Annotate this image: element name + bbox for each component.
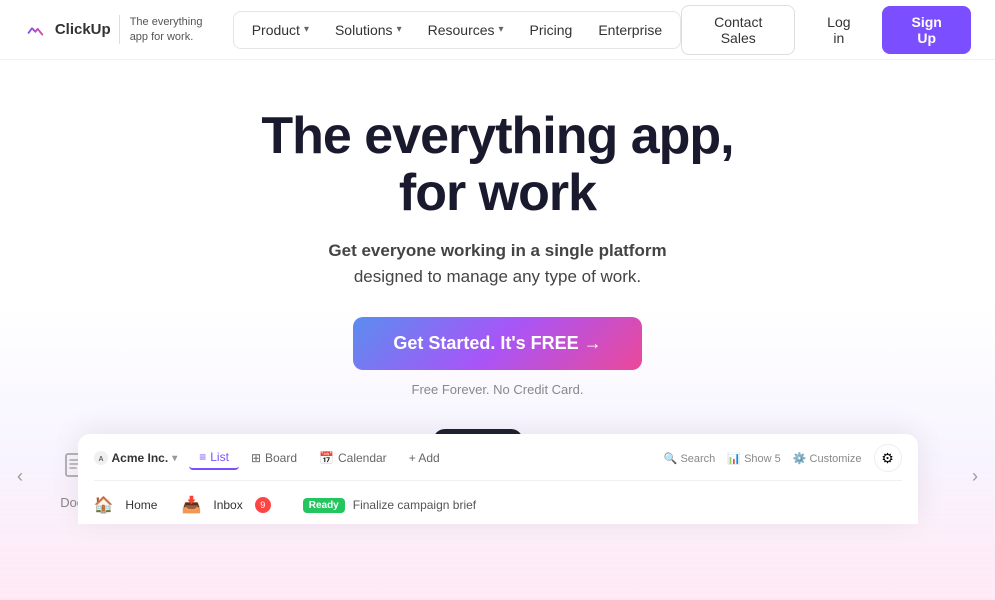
scroll-right-arrow[interactable]: › — [963, 465, 987, 489]
app-row-inbox[interactable]: 📥 Inbox 9 — [181, 491, 270, 519]
search-action[interactable]: 🔍 Search — [664, 452, 716, 465]
logo-tagline: The everything app for work. — [119, 15, 209, 44]
customize-action[interactable]: ⚙️ Customize — [793, 452, 862, 465]
app-nav-tabs: ≡ List ⊞ Board 📅 Calendar + Add — [189, 446, 651, 470]
chevron-down-icon: ▾ — [499, 24, 504, 35]
hero-note: Free Forever. No Credit Card. — [412, 382, 584, 397]
app-tab-add[interactable]: + Add — [399, 446, 450, 470]
settings-button[interactable]: ⚙ — [874, 444, 902, 472]
status-badge: Ready — [303, 498, 345, 513]
navbar: ClickUp The everything app for work. Pro… — [0, 0, 995, 60]
hero-subtitle: Get everyone working in a single platfor… — [328, 238, 666, 289]
contact-sales-button[interactable]: Contact Sales — [681, 5, 795, 55]
task-status-row: Ready Finalize campaign brief — [303, 498, 476, 513]
app-tab-calendar[interactable]: 📅 Calendar — [309, 446, 397, 470]
company-chevron: ▾ — [172, 453, 177, 464]
scroll-left-arrow[interactable]: ‹ — [8, 465, 32, 489]
app-topbar: A Acme Inc. ▾ ≡ List ⊞ Board — [94, 444, 902, 481]
app-preview: A Acme Inc. ▾ ≡ List ⊞ Board — [78, 434, 918, 524]
show-action[interactable]: 📊 Show 5 — [727, 452, 780, 465]
app-tab-actions: 🔍 Search 📊 Show 5 ⚙️ Customize — [664, 452, 862, 465]
chevron-down-icon: ▾ — [397, 24, 402, 35]
nav-product[interactable]: Product ▾ — [240, 16, 321, 44]
inbox-icon: 📥 — [181, 495, 201, 515]
app-rows: 🏠 Home 📥 Inbox 9 Ready Finalize campaign… — [94, 491, 902, 519]
hero-section: The everything app, for work Get everyon… — [0, 60, 995, 524]
list-icon: ≡ — [199, 450, 206, 464]
nav-right: Contact Sales Log in Sign Up — [681, 5, 971, 55]
app-company-name[interactable]: A Acme Inc. ▾ — [94, 451, 178, 465]
nav-enterprise[interactable]: Enterprise — [586, 16, 674, 44]
hero-title: The everything app, for work — [261, 108, 733, 222]
nav-solutions[interactable]: Solutions ▾ — [323, 16, 414, 44]
home-icon: 🏠 — [94, 495, 114, 515]
nav-pricing[interactable]: Pricing — [518, 16, 585, 44]
task-name: Finalize campaign brief — [353, 498, 476, 512]
cta-button[interactable]: Get Started. It's FREE → — [353, 317, 641, 370]
board-icon: ⊞ — [251, 451, 261, 465]
logo-text: ClickUp — [55, 21, 111, 38]
app-row-home[interactable]: 🏠 Home — [94, 491, 158, 519]
app-tab-board[interactable]: ⊞ Board — [241, 446, 307, 470]
app-tab-list[interactable]: ≡ List — [189, 446, 239, 470]
chevron-down-icon: ▾ — [304, 24, 309, 35]
inbox-badge: 9 — [255, 497, 271, 513]
svg-text:A: A — [98, 456, 103, 463]
calendar-icon: 📅 — [319, 451, 334, 465]
login-button[interactable]: Log in — [805, 6, 872, 54]
nav-resources[interactable]: Resources ▾ — [416, 16, 516, 44]
signup-button[interactable]: Sign Up — [882, 6, 971, 54]
nav-links: Product ▾ Solutions ▾ Resources ▾ Pricin… — [233, 11, 681, 49]
logo[interactable]: ClickUp The everything app for work. — [24, 14, 209, 46]
